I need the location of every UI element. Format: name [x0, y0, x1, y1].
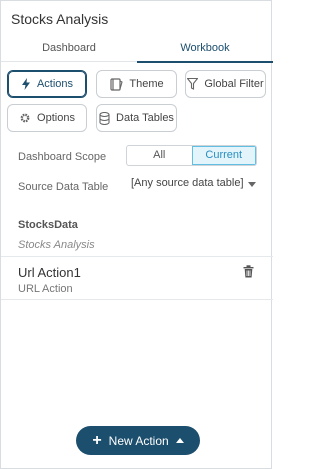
divider	[1, 299, 273, 300]
workbook-panel: Stocks Analysis Dashboard Workbook Actio…	[0, 0, 273, 469]
bolt-icon	[21, 78, 31, 90]
data-source-group-title: StocksData	[18, 219, 78, 231]
plus-icon: +	[92, 431, 102, 449]
trash-icon[interactable]	[243, 265, 254, 283]
theme-label: Theme	[129, 78, 164, 90]
theme-button[interactable]: Theme	[96, 70, 177, 98]
source-data-table-value: [Any source data table]	[131, 177, 244, 189]
new-action-label: New Action	[108, 433, 169, 448]
filter-icon	[187, 78, 199, 90]
actions-button[interactable]: Actions	[7, 70, 87, 98]
tab-bar: Dashboard Workbook	[1, 34, 273, 63]
action-list-item[interactable]: Url Action1 URL Action	[1, 258, 273, 298]
gear-icon	[19, 112, 31, 124]
tab-dashboard[interactable]: Dashboard	[1, 34, 137, 62]
chevron-up-icon	[175, 438, 184, 443]
dashboard-scope-toggle: All Current	[126, 145, 257, 166]
database-icon	[99, 111, 110, 125]
data-tables-label: Data Tables	[116, 112, 174, 124]
options-label: Options	[37, 112, 75, 124]
panel-title: Stocks Analysis	[11, 11, 109, 27]
chevron-down-icon	[248, 182, 256, 187]
theme-icon	[109, 77, 124, 91]
divider	[1, 256, 273, 257]
scope-all-option[interactable]: All	[127, 146, 192, 165]
tab-workbook[interactable]: Workbook	[137, 34, 273, 63]
scope-current-option[interactable]: Current	[191, 146, 256, 165]
data-source-group-subtitle: Stocks Analysis	[18, 239, 95, 251]
source-data-table-label: Source Data Table	[18, 181, 109, 193]
data-tables-button[interactable]: Data Tables	[96, 104, 177, 132]
action-type: URL Action	[18, 283, 73, 295]
global-filter-button[interactable]: Global Filter	[185, 70, 266, 98]
options-button[interactable]: Options	[7, 104, 87, 132]
new-action-button[interactable]: + New Action	[76, 426, 200, 455]
dashboard-scope-label: Dashboard Scope	[18, 151, 107, 163]
actions-label: Actions	[36, 78, 74, 90]
source-data-table-select[interactable]: [Any source data table]	[131, 177, 258, 195]
global-filter-label: Global Filter	[204, 78, 264, 90]
action-name: Url Action1	[18, 265, 81, 280]
